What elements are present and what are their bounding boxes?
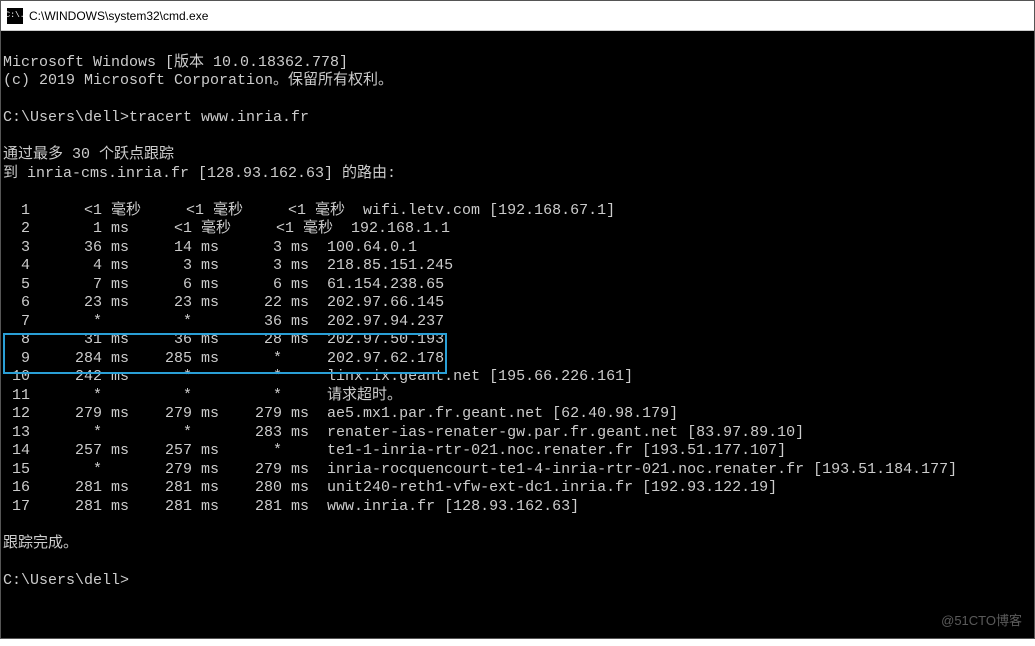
window-title: C:\WINDOWS\system32\cmd.exe — [29, 9, 208, 23]
command-text: tracert www.inria.fr — [129, 109, 309, 126]
trace-header-2: 到 inria-cms.inria.fr [128.93.162.63] 的路由… — [3, 165, 396, 182]
trace-header-1: 通过最多 30 个跃点跟踪 — [3, 146, 174, 163]
watermark: @51CTO博客 — [941, 612, 1022, 631]
titlebar[interactable]: C:\. C:\WINDOWS\system32\cmd.exe — [1, 1, 1034, 31]
banner-line-2: (c) 2019 Microsoft Corporation。保留所有权利。 — [3, 72, 393, 89]
prompt-path-2: C:\Users\dell> — [3, 572, 129, 589]
cmd-window: C:\. C:\WINDOWS\system32\cmd.exe Microso… — [0, 0, 1035, 639]
trace-complete: 跟踪完成。 — [3, 535, 78, 552]
banner-line-1: Microsoft Windows [版本 10.0.18362.778] — [3, 54, 348, 71]
terminal-output[interactable]: Microsoft Windows [版本 10.0.18362.778] (c… — [1, 31, 1034, 638]
cmd-icon: C:\. — [7, 8, 23, 24]
prompt-path: C:\Users\dell> — [3, 109, 129, 126]
hop-rows: 1 <1 毫秒 <1 毫秒 <1 毫秒 wifi.letv.com [192.1… — [3, 202, 957, 515]
